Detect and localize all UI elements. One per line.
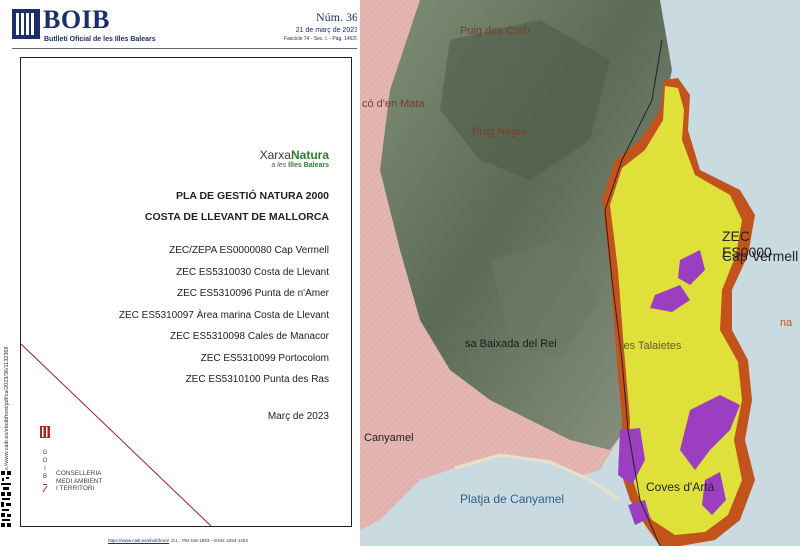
- page-footer: https://www.caib.es/eboibfront/ D.L.: PM…: [108, 538, 248, 543]
- map-label-baixada: sa Baixada del Rei: [465, 338, 557, 350]
- conselleria-line1: CONSELLERIA: [56, 470, 102, 477]
- footer-legal: D.L.: PM 448-1983 - ISSN: 2254-1253: [171, 538, 248, 543]
- xarxa-natura-logo: XarxaNatura a les Illes Balears: [260, 148, 329, 169]
- zone-item: ZEC ES5310097 Àrea marina Costa de Lleva…: [118, 309, 329, 321]
- map-label-puig-negre: Puig Negre: [472, 126, 528, 138]
- svg-text:B: B: [43, 474, 47, 480]
- header-divider: [12, 48, 358, 49]
- footer-url[interactable]: https://www.caib.es/eboibfront/: [108, 538, 169, 543]
- issue-fascicle: Fascicle 74 - Sec. I. - Pàg. 14620: [284, 36, 358, 42]
- conselleria-line2: MEDI AMBIENT: [56, 477, 103, 485]
- map-panel: Puig des Corb có d'en Mata Puig Negre ZE…: [360, 0, 800, 547]
- xarxa-title-a: Xarxa: [259, 148, 291, 162]
- goib-emblem-icon: G O I B: [40, 426, 50, 493]
- brand-title[interactable]: BOIB: [43, 7, 110, 33]
- plan-title-line1: PLA DE GESTIÓ NATURA 2000: [175, 190, 329, 202]
- verification-url[interactable]: https://www.caib.es/eboibfront/pdf/ca/20…: [4, 270, 10, 480]
- boib-header: BOIB Butlletí Oficial de les Illes Balea…: [12, 6, 358, 48]
- svg-text:G: G: [43, 450, 48, 456]
- document-page: BOIB Butlletí Oficial de les Illes Balea…: [0, 0, 360, 546]
- map-label-puig-corb: Puig des Corb: [460, 25, 530, 37]
- conselleria-name: CONSELLERIA MEDI AMBIENT I TERRITORI: [56, 470, 103, 493]
- cover-frame: XarxaNatura a les Illes Balears PLA DE G…: [20, 57, 352, 527]
- xarxa-sub-a: a les: [271, 162, 289, 169]
- conselleria-line3: I TERRITORI: [56, 485, 95, 492]
- plan-title: PLA DE GESTIÓ NATURA 2000 COSTA DE LLEVA…: [145, 186, 329, 228]
- plan-title-line2: COSTA DE LLEVANT DE MALLORCA: [144, 211, 329, 223]
- document-date: Març de 2023: [267, 411, 329, 422]
- map-label-canyamel: Canyamel: [364, 432, 414, 444]
- issue-number: Núm. 36: [316, 10, 358, 24]
- svg-text:O: O: [43, 458, 48, 464]
- map-label-coves: Coves d'Artà: [646, 480, 715, 494]
- zone-item: ZEC ES5310096 Punta de n'Amer: [176, 288, 329, 299]
- boib-logo-icon: [12, 9, 40, 39]
- map-label-talaietes: ses Talaietes: [618, 340, 682, 352]
- map-label-na: na: [780, 317, 793, 329]
- map-label-mata: có d'en Mata: [362, 98, 425, 110]
- brand-subtitle: Butlletí Oficial de les Illes Balears: [44, 36, 156, 43]
- map-canvas: [360, 0, 800, 547]
- zone-item: ZEC/ZEPA ES0000080 Cap Vermell: [169, 245, 329, 256]
- svg-text:I: I: [44, 466, 46, 472]
- map-label-cap-vermell: Cap Vermell: [722, 248, 799, 264]
- zone-item: ZEC ES5310099 Portocolom: [200, 352, 329, 364]
- zone-list: ZEC/ZEPA ES0000080 Cap Vermell ZEC ES531…: [119, 240, 329, 391]
- qr-code-icon: [0, 470, 12, 528]
- zone-item: ZEC ES5310100 Punta des Ras: [185, 374, 329, 385]
- zone-item: ZEC ES5310098 Cales de Manacor: [170, 331, 329, 342]
- xarxa-sub-b: Illes Balears: [288, 162, 329, 169]
- zone-item: ZEC ES5310030 Costa de Llevant: [176, 266, 329, 278]
- map-label-platja: Platja de Canyamel: [460, 492, 565, 506]
- xarxa-title-b: Natura: [290, 148, 329, 162]
- issue-date: 21 de març de 2023: [295, 27, 358, 34]
